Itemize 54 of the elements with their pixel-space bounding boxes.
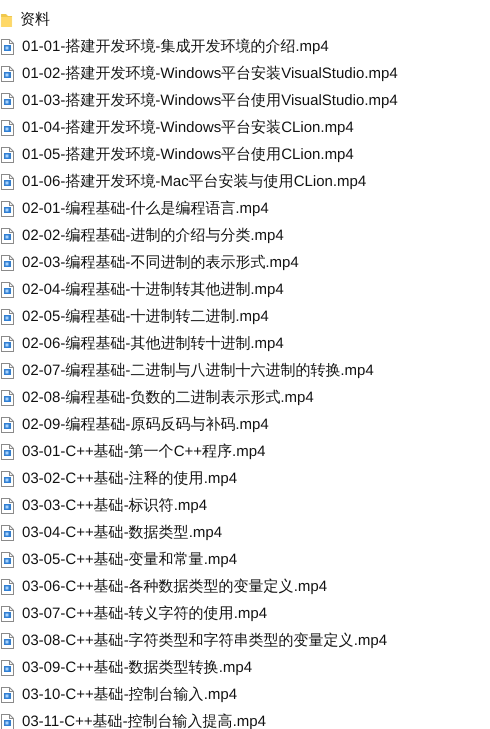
video-file-icon <box>1 120 14 136</box>
file-name[interactable]: 01-04-搭建开发环境-Windows平台安装CLion.mp4 <box>22 120 354 135</box>
file-name[interactable]: 02-08-编程基础-负数的二进制表示形式.mp4 <box>22 390 314 405</box>
video-file-icon <box>1 200 14 216</box>
file-name[interactable]: 01-01-搭建开发环境-集成开发环境的介绍.mp4 <box>22 39 329 54</box>
video-file-icon <box>1 416 14 432</box>
video-file-icon <box>1 308 14 324</box>
video-file-icon <box>1 686 14 702</box>
file-name[interactable]: 03-05-C++基础-变量和常量.mp4 <box>22 552 238 567</box>
video-file-icon <box>1 498 14 514</box>
file-name[interactable]: 03-07-C++基础-转义字符的使用.mp4 <box>22 606 268 621</box>
file-name[interactable]: 01-05-搭建开发环境-Windows平台使用CLion.mp4 <box>22 147 354 162</box>
video-file-icon <box>1 444 14 460</box>
video-file-icon <box>1 552 14 568</box>
file-name[interactable]: 03-08-C++基础-字符类型和字符串类型的变量定义.mp4 <box>22 633 388 648</box>
file-name[interactable]: 03-02-C++基础-注释的使用.mp4 <box>22 471 238 486</box>
video-file-icon <box>1 66 14 82</box>
file-name[interactable]: 03-11-C++基础-控制台输入提高.mp4 <box>22 714 266 729</box>
file-name[interactable]: 01-06-搭建开发环境-Mac平台安装与使用CLion.mp4 <box>22 174 366 189</box>
file-name[interactable]: 02-01-编程基础-什么是编程语言.mp4 <box>22 201 269 216</box>
file-name[interactable]: 02-05-编程基础-十进制转二进制.mp4 <box>22 309 269 324</box>
file-name[interactable]: 02-03-编程基础-不同进制的表示形式.mp4 <box>22 255 299 270</box>
video-file-icon <box>1 714 14 729</box>
video-file-icon <box>1 228 14 244</box>
file-name[interactable]: 02-06-编程基础-其他进制转十进制.mp4 <box>22 336 284 351</box>
file-name[interactable]: 03-01-C++基础-第一个C++程序.mp4 <box>22 444 266 459</box>
video-file-icon <box>1 606 14 622</box>
video-file-icon <box>1 578 14 594</box>
video-file-icon <box>1 92 14 108</box>
video-file-icon <box>1 660 14 676</box>
file-name[interactable]: 资料 <box>20 12 50 27</box>
video-file-icon <box>1 362 14 378</box>
file-name[interactable]: 01-03-搭建开发环境-Windows平台使用VisualStudio.mp4 <box>22 93 398 108</box>
video-file-icon <box>1 390 14 406</box>
video-file-icon <box>1 632 14 648</box>
video-file-icon <box>1 174 14 190</box>
video-file-icon <box>1 470 14 486</box>
file-name[interactable]: 02-02-编程基础-进制的介绍与分类.mp4 <box>22 228 284 243</box>
file-name[interactable]: 01-02-搭建开发环境-Windows平台安装VisualStudio.mp4 <box>22 66 398 81</box>
file-name[interactable]: 03-03-C++基础-标识符.mp4 <box>22 498 208 513</box>
file-name[interactable]: 03-10-C++基础-控制台输入.mp4 <box>22 687 238 702</box>
file-name[interactable]: 03-04-C++基础-数据类型.mp4 <box>22 525 222 540</box>
file-name[interactable]: 02-09-编程基础-原码反码与补码.mp4 <box>22 417 269 432</box>
file-name[interactable]: 03-09-C++基础-数据类型转换.mp4 <box>22 660 252 675</box>
video-file-icon <box>1 254 14 270</box>
video-file-icon <box>1 282 14 298</box>
video-file-icon <box>1 38 14 54</box>
file-name[interactable]: 02-07-编程基础-二进制与八进制十六进制的转换.mp4 <box>22 363 374 378</box>
file-name[interactable]: 02-04-编程基础-十进制转其他进制.mp4 <box>22 282 284 297</box>
file-name[interactable]: 03-06-C++基础-各种数据类型的变量定义.mp4 <box>22 579 328 594</box>
folder-icon <box>1 12 12 26</box>
video-file-icon <box>1 336 14 352</box>
video-file-icon <box>1 146 14 162</box>
video-file-icon <box>1 524 14 540</box>
